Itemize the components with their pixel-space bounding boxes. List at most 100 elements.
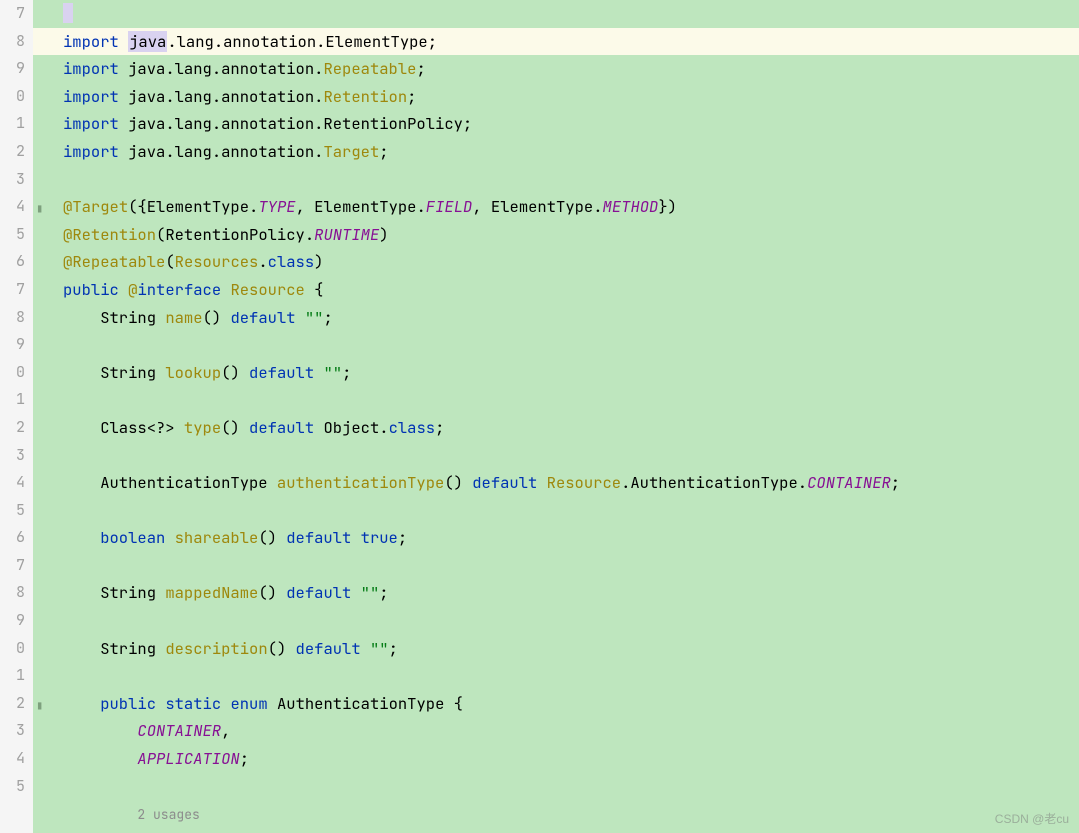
code-line — [63, 442, 1079, 470]
keyword: interface — [137, 279, 221, 300]
code-text: .lang.annotation. — [165, 58, 323, 79]
keyword: default — [286, 527, 351, 548]
type: String — [100, 362, 156, 383]
code-line: public static enum AuthenticationType { — [63, 690, 1079, 718]
code-area[interactable]: import java.lang.annotation.ElementType;… — [55, 0, 1079, 833]
string: "" — [305, 307, 324, 328]
keyword: import — [63, 58, 119, 79]
annotation: @ — [63, 224, 72, 245]
code-line: @Repeatable(Resources.class) — [63, 248, 1079, 276]
line-number: 3 — [0, 442, 25, 470]
line-number: 7 — [0, 276, 25, 304]
code-line — [63, 497, 1079, 525]
line-number: 5 — [0, 773, 25, 801]
line-number: 5 — [0, 221, 25, 249]
code-line: import java.lang.annotation.RetentionPol… — [63, 110, 1079, 138]
usages-hint[interactable]: 2 usages — [137, 806, 199, 823]
field: TYPE — [258, 196, 295, 217]
code-text: .lang.annotation. — [165, 141, 323, 162]
keyword: import — [63, 113, 119, 134]
class-name: Resource — [547, 472, 621, 493]
keyword: default — [296, 638, 361, 659]
class-name: Resources — [175, 251, 259, 272]
line-number: 9 — [0, 607, 25, 635]
line-number: 4 — [0, 193, 25, 221]
keyword: enum — [230, 693, 267, 714]
keyword: import — [63, 141, 119, 162]
code-line — [63, 386, 1079, 414]
code-text: java — [128, 86, 165, 107]
class-name: ElementType — [491, 196, 593, 217]
line-number: 1 — [0, 386, 25, 414]
code-text: java — [128, 113, 165, 134]
keyword: public — [100, 693, 156, 714]
keyword: true — [361, 527, 398, 548]
code-line: String mappedName() default ""; — [63, 579, 1079, 607]
code-text: .lang.annotation.RetentionPolicy; — [165, 113, 472, 134]
line-number: 8 — [0, 28, 25, 56]
code-line: import java.lang.annotation.Target; — [63, 138, 1079, 166]
keyword: import — [63, 31, 119, 52]
field: METHOD — [603, 196, 659, 217]
marker-column: ▮ ▮ ▮ — [33, 0, 55, 833]
type: AuthenticationType — [100, 472, 267, 493]
code-text: .lang.annotation.ElementType; — [167, 31, 437, 52]
line-number: 0 — [0, 359, 25, 387]
type: boolean — [100, 527, 165, 548]
method: shareable — [175, 527, 259, 548]
code-line: @Retention(RetentionPolicy.RUNTIME) — [63, 221, 1079, 249]
code-line: import java.lang.annotation.Retention; — [63, 83, 1079, 111]
code-line — [63, 662, 1079, 690]
field: CONTAINER — [137, 720, 221, 741]
annotation: Repeatable — [72, 251, 165, 272]
code-editor: 78901234567890123456789012345 ▮ ▮ ▮ impo… — [0, 0, 1079, 833]
package-highlight: java — [128, 31, 167, 52]
keyword: default — [249, 362, 314, 383]
code-line: String name() default ""; — [63, 304, 1079, 332]
keyword: public — [63, 279, 119, 300]
type: String — [100, 307, 156, 328]
line-number: 2 — [0, 138, 25, 166]
line-number: 8 — [0, 579, 25, 607]
code-line — [63, 0, 1079, 28]
line-number: 7 — [0, 0, 25, 28]
annotation: @ — [63, 196, 72, 217]
string: "" — [370, 638, 389, 659]
line-number: 4 — [0, 469, 25, 497]
field: CONTAINER — [807, 472, 891, 493]
line-number: 8 — [0, 304, 25, 332]
method: mappedName — [165, 582, 258, 603]
watermark: CSDN @老cu — [995, 810, 1069, 827]
class-name: ElementType — [314, 196, 416, 217]
class-name: Repeatable — [323, 58, 416, 79]
line-number: 5 — [0, 497, 25, 525]
type: String — [100, 638, 156, 659]
keyword: default — [286, 582, 351, 603]
line-number: 6 — [0, 524, 25, 552]
line-number: 9 — [0, 331, 25, 359]
annotation: Target — [72, 196, 128, 217]
annotation: @ — [63, 251, 72, 272]
code-line — [63, 331, 1079, 359]
code-line: Class<?> type() default Object.class; — [63, 414, 1079, 442]
code-line: public @interface Resource { — [63, 276, 1079, 304]
keyword: static — [165, 693, 221, 714]
code-text: .lang.annotation. — [165, 86, 323, 107]
class-name: AuthenticationType — [630, 472, 797, 493]
class-name: RetentionPolicy — [165, 224, 305, 245]
code-line: APPLICATION; — [63, 745, 1079, 773]
code-line — [63, 552, 1079, 580]
code-line — [63, 607, 1079, 635]
type: Class<?> — [100, 417, 174, 438]
line-number: 4 — [0, 745, 25, 773]
gutter-marker-icon: ▮ — [36, 200, 43, 216]
class-name: Object — [323, 417, 379, 438]
line-number: 6 — [0, 248, 25, 276]
line-number: 2 — [0, 690, 25, 718]
class-name: AuthenticationType — [277, 693, 444, 714]
field: APPLICATION — [137, 748, 239, 769]
code-line — [63, 166, 1079, 194]
keyword: default — [472, 472, 537, 493]
code-line: 2 usages — [63, 800, 1079, 828]
code-line: String lookup() default ""; — [63, 359, 1079, 387]
